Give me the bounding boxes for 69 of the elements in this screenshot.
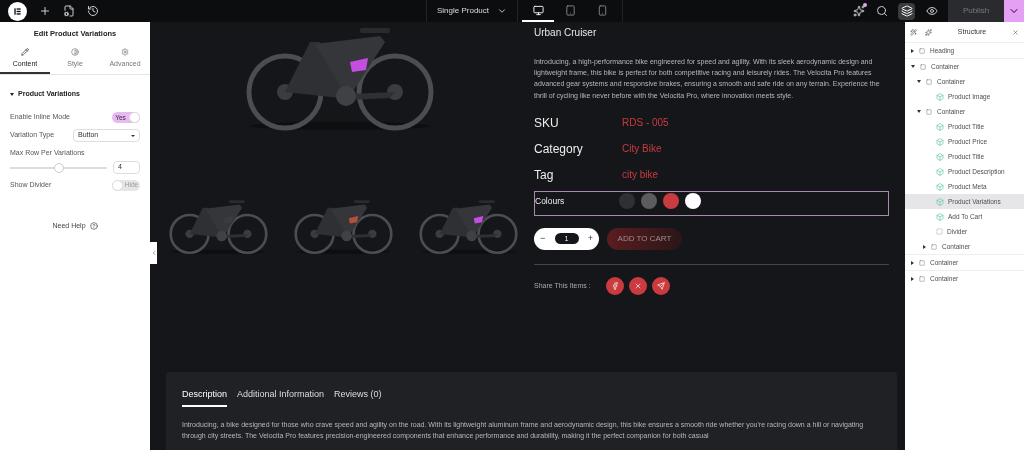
contrast-icon [71,48,79,57]
meta-label: Tag [534,166,555,184]
switch-knob [129,112,140,123]
meta-value: RDS - 005 [622,116,669,131]
telegram-icon [657,281,665,290]
share-button[interactable] [652,276,670,295]
chevron-down-icon [497,6,508,16]
caret-icon[interactable] [911,276,914,281]
widget-icon [936,137,944,146]
widget-icon [936,212,944,221]
publish-options-button[interactable] [1004,0,1024,22]
x-icon [634,281,642,290]
container-icon [930,243,938,250]
colour-swatch[interactable] [641,192,657,209]
gear-icon [121,48,129,57]
meta-label: SKU [534,114,560,132]
widget-icon [936,197,944,206]
chevron-left-icon [150,250,157,256]
container-icon [925,108,933,115]
caret-icon [131,134,135,137]
widget-icon [936,122,944,131]
widget-icon [936,182,944,191]
add-icon[interactable] [39,5,51,17]
close-icon[interactable] [1012,28,1019,36]
structure-button[interactable] [898,2,915,20]
meta-value: city bike [622,168,659,183]
container-icon [918,275,926,282]
widget-icon [936,92,944,101]
colour-swatch[interactable] [619,192,635,209]
caret-icon[interactable] [923,244,926,249]
history-icon[interactable] [87,5,99,17]
widget-icon [936,152,944,161]
share-button[interactable] [606,276,624,295]
caret-icon[interactable] [917,110,921,113]
product-title: Urban Cruiser [534,26,598,40]
colour-swatch[interactable] [685,192,701,209]
add-to-cart-button[interactable]: ADD TO CART [607,227,682,250]
decrease-button[interactable]: − [540,232,546,246]
container-icon [918,47,926,54]
pencil-icon [21,48,29,57]
meta-value: City Bike [622,142,662,157]
search-icon [875,5,888,17]
desktop-icon [532,4,544,16]
slider-thumb[interactable] [53,162,64,173]
eye-icon [925,5,938,17]
switch-knob [112,179,123,191]
page-settings-icon[interactable] [63,5,75,17]
facebook-icon [611,281,619,290]
colour-swatch[interactable] [663,192,679,209]
divider-icon [936,228,943,235]
colours-label: Colours [535,194,566,208]
mobile-icon [596,4,608,16]
help-icon [89,222,98,231]
product-tab[interactable]: Description [182,388,228,407]
share-button[interactable] [629,276,647,295]
product-tab[interactable]: Additional Information [237,388,325,407]
caret-icon[interactable] [911,260,914,265]
product-tab[interactable]: Reviews (0) [334,388,382,407]
container-icon [918,259,926,266]
caret-icon[interactable] [911,65,915,68]
widget-icon [936,167,944,176]
meta-label: Category [534,140,584,158]
tablet-icon [564,4,576,16]
caret-icon[interactable] [917,80,921,83]
increase-button[interactable]: + [587,232,593,246]
caret-icon[interactable] [911,48,914,53]
layers-icon [900,5,913,17]
logo-icon[interactable] [8,1,27,21]
caret-icon [10,92,14,96]
